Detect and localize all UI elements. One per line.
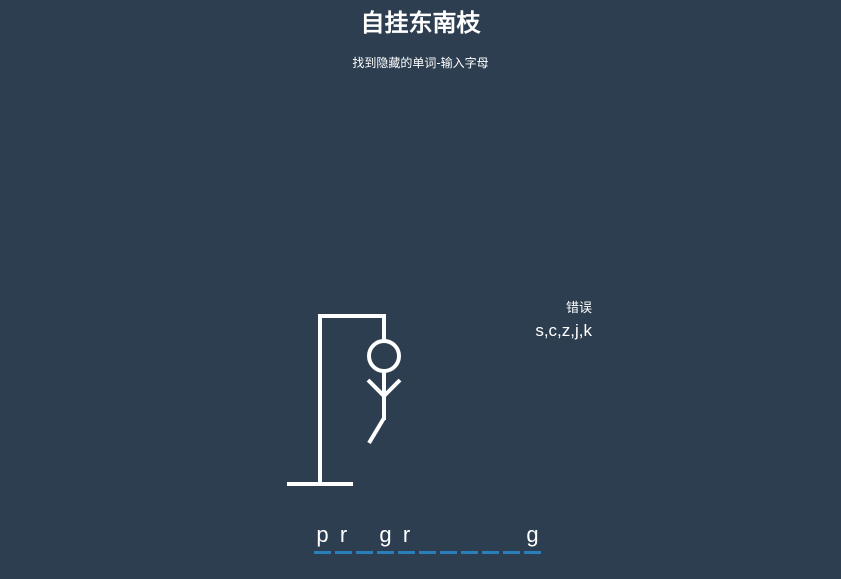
hangman-person: [318, 314, 402, 445]
wrong-letters-label: 错误: [565, 301, 592, 316]
wrong-letters-list: s,c,z,j,k: [535, 321, 592, 340]
letter-slot: r: [398, 518, 415, 554]
hangman-right-arm: [382, 378, 402, 398]
game-container: 错误 s,c,z,j,k p r g r g: [0, 0, 841, 579]
hangman-left-arm: [366, 378, 386, 398]
letter-slot: r: [335, 518, 352, 554]
hangman-head: [367, 339, 401, 373]
letter-slot: [461, 518, 478, 554]
letter-slot: [419, 518, 436, 554]
letter-slot: [503, 518, 520, 554]
letter-slot: g: [524, 518, 541, 554]
word-display: p r g r g: [314, 518, 545, 554]
letter-slot: [356, 518, 373, 554]
letter-slot: p: [314, 518, 331, 554]
wrong-letters-container: 错误 s,c,z,j,k: [492, 300, 592, 344]
hangman-left-leg: [367, 416, 386, 445]
letter-slot: g: [377, 518, 394, 554]
letter-slot: [440, 518, 457, 554]
letter-slot: [482, 518, 499, 554]
hangman-body: [280, 308, 410, 494]
